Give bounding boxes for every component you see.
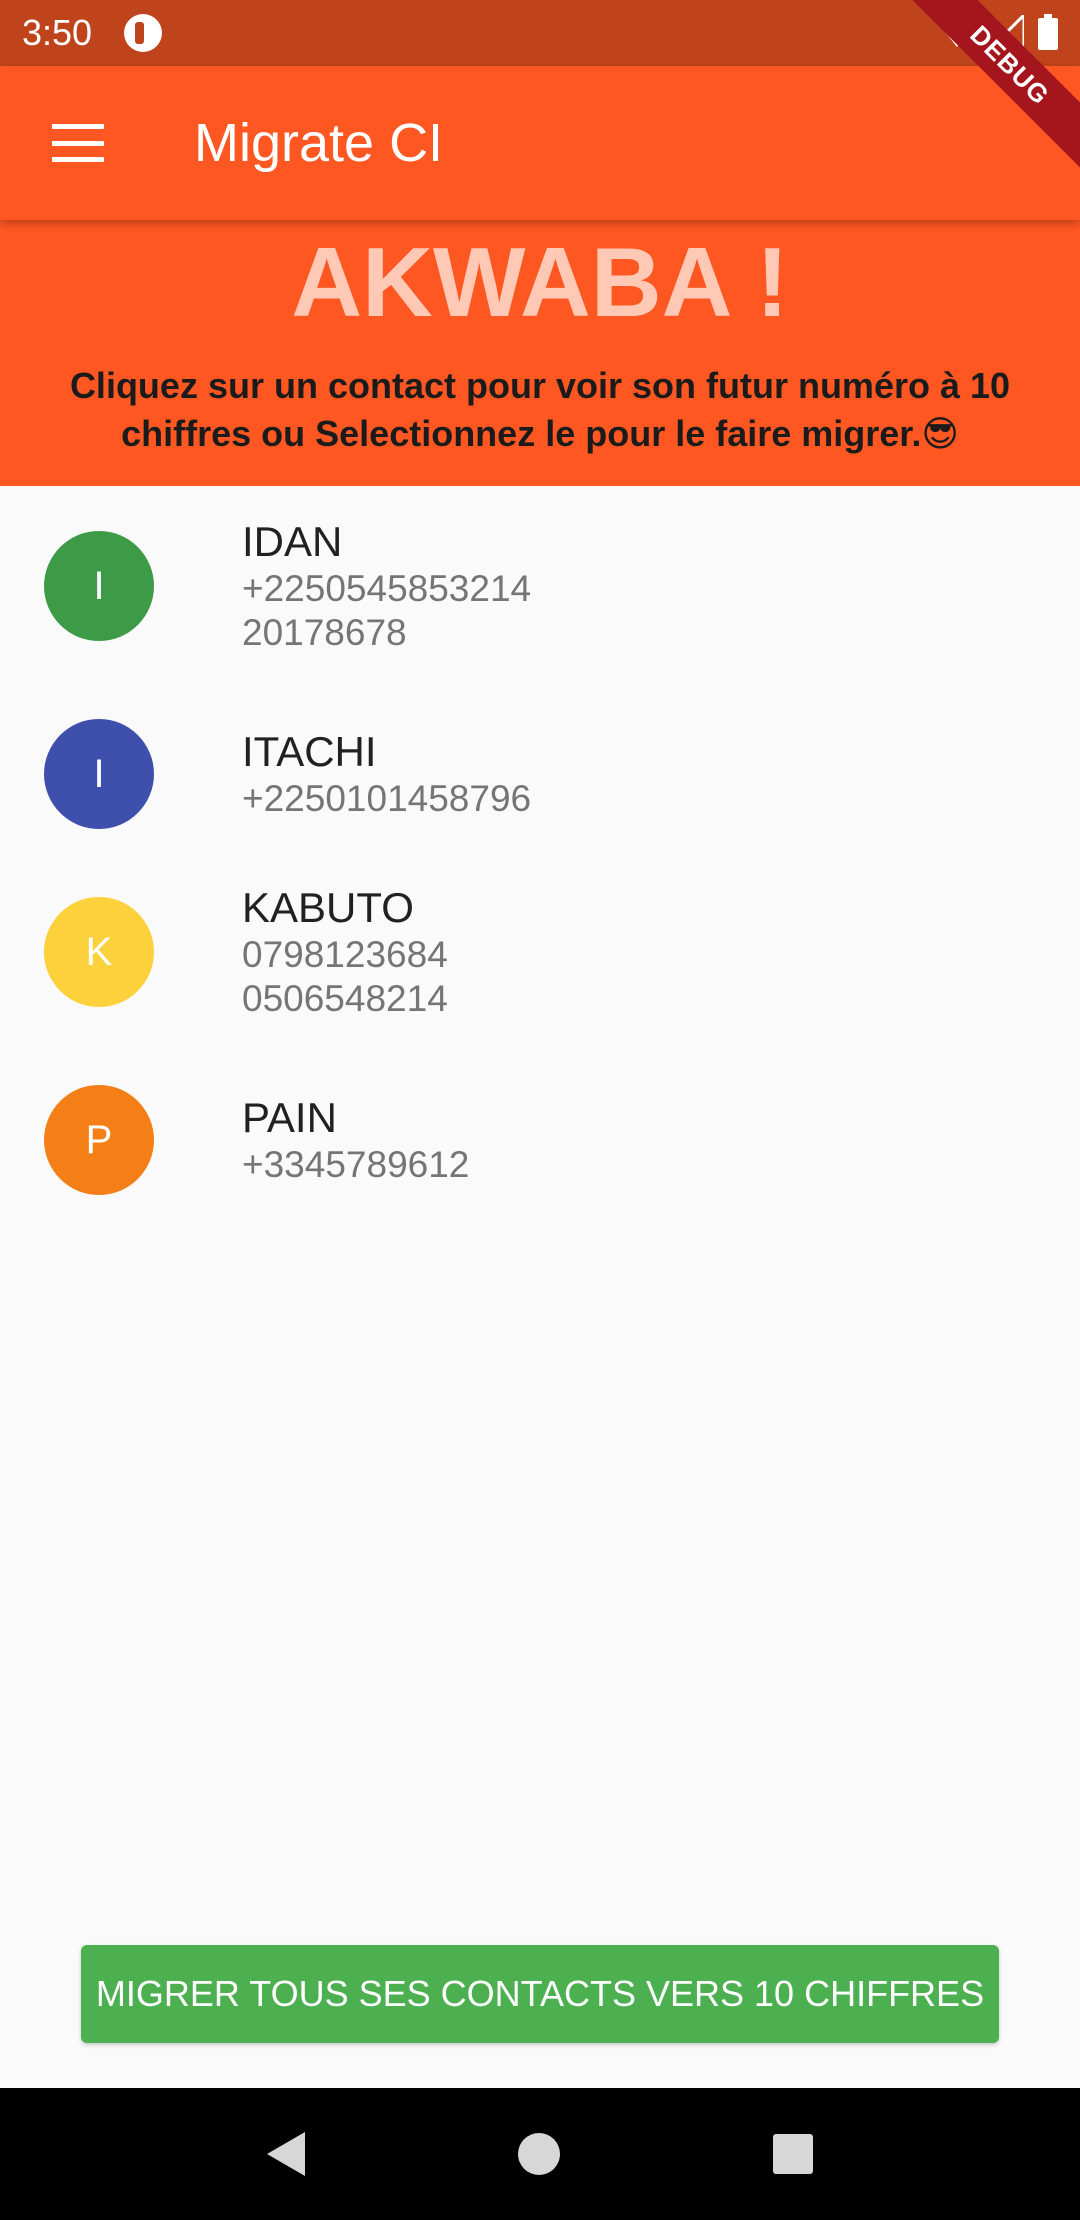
- contact-phone: 0506548214: [242, 978, 448, 1019]
- battery-icon: [1038, 14, 1058, 50]
- menu-icon[interactable]: [52, 124, 104, 162]
- contact-details: PAIN +3345789612: [242, 1093, 469, 1187]
- recent-apps-icon[interactable]: [773, 2134, 814, 2174]
- contact-details: IDAN +2250545853214 20178678: [242, 517, 531, 655]
- app-bar: Migrate CI: [0, 66, 1080, 220]
- contact-phone: 0798123684: [242, 934, 448, 975]
- navigation-bar: [0, 2088, 1080, 2220]
- contact-phone: +2250545853214: [242, 568, 532, 609]
- contact-item[interactable]: I IDAN +2250545853214 20178678: [0, 486, 1080, 686]
- contact-item[interactable]: K KABUTO 0798123684 0506548214: [0, 862, 1080, 1042]
- notification-app-icon: [124, 14, 163, 52]
- avatar: I: [44, 531, 154, 641]
- contact-item[interactable]: P PAIN +3345789612: [0, 1042, 1080, 1238]
- avatar: I: [44, 719, 154, 829]
- contact-phone: 20178678: [242, 612, 407, 653]
- contact-name: PAIN: [242, 1094, 337, 1141]
- home-icon[interactable]: [517, 2133, 560, 2175]
- contact-details: ITACHI +2250101458796: [242, 727, 531, 821]
- migrate-all-button[interactable]: MIGRER TOUS SES CONTACTS VERS 10 CHIFFRE…: [81, 1945, 999, 2043]
- instruction-text: Cliquez sur un contact pour voir son fut…: [69, 365, 1011, 454]
- contact-item[interactable]: I ITACHI +2250101458796: [0, 686, 1080, 862]
- avatar: K: [44, 897, 154, 1007]
- contact-name: IDAN: [242, 518, 343, 565]
- status-time: 3:50: [22, 12, 93, 53]
- contact-phone: +3345789612: [242, 1144, 470, 1185]
- back-icon[interactable]: [266, 2132, 305, 2176]
- contact-name: ITACHI: [242, 728, 377, 775]
- contact-list: I IDAN +2250545853214 20178678 I ITACHI …: [0, 486, 1080, 1238]
- welcome-panel: AKWABA ! Cliquez sur un contact pour voi…: [0, 220, 1080, 486]
- app-title: Migrate CI: [194, 113, 444, 173]
- contact-details: KABUTO 0798123684 0506548214: [242, 883, 448, 1021]
- greeting-title: AKWABA !: [291, 227, 789, 337]
- status-bar: 3:50: [0, 0, 1080, 66]
- contact-name: KABUTO: [242, 884, 414, 931]
- contact-phone: +2250101458796: [242, 778, 532, 819]
- avatar: P: [44, 1085, 154, 1195]
